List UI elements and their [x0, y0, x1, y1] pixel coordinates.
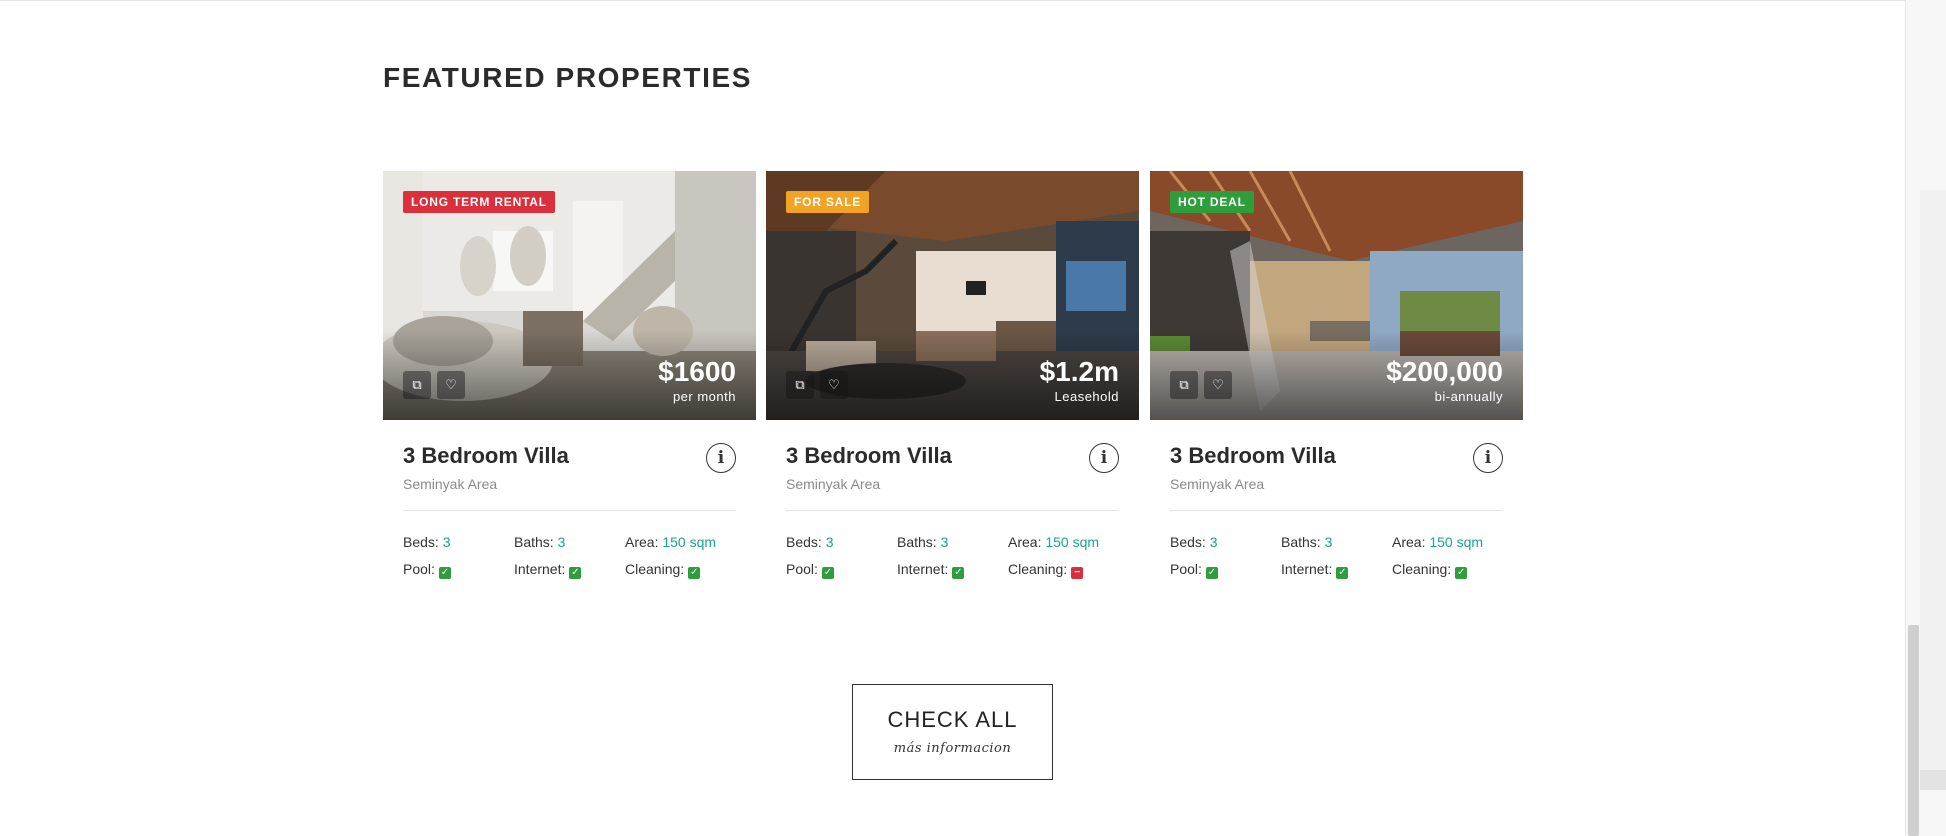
property-title[interactable]: 3 Bedroom Villa [1170, 443, 1336, 469]
price-term: Leasehold [1054, 389, 1119, 404]
check-icon: ✓ [1336, 567, 1349, 579]
spec-label: Cleaning: [1008, 561, 1068, 577]
price-term: bi-annually [1434, 389, 1503, 404]
top-divider [0, 0, 1905, 1]
spec-value: 150 sqm [1045, 534, 1100, 550]
property-card[interactable]: FOR SALE ⧉ ♡ $1.2m Leasehold 3 Bedroom V… [766, 171, 1139, 581]
spec-beds: Beds: 3 [1170, 534, 1218, 550]
spec-label: Beds: [1170, 534, 1206, 550]
spec-label: Internet: [897, 561, 949, 577]
spec-value: 3 [825, 534, 834, 550]
info-icon[interactable]: i [1473, 443, 1503, 473]
check-all-subtitle: más informacion [893, 741, 1012, 756]
heart-icon[interactable]: ♡ [1204, 371, 1232, 399]
spec-pool: Pool: ✓ [786, 561, 834, 579]
price: $1.2m [1039, 356, 1119, 387]
spec-value: 3 [557, 534, 566, 550]
spec-value: 3 [1209, 534, 1218, 550]
heart-icon[interactable]: ♡ [820, 371, 848, 399]
spec-pool: Pool: ✓ [403, 561, 451, 579]
status-badge: LONG TERM RENTAL [403, 191, 555, 213]
section-title: FEATURED PROPERTIES [383, 62, 753, 93]
spec-label: Pool: [403, 561, 435, 577]
price: $200,000 [1386, 356, 1503, 387]
spec-cleaning: Cleaning: ✓ [1392, 561, 1468, 579]
check-icon: ✓ [438, 567, 451, 579]
spec-area: Area: 150 sqm [1008, 534, 1099, 550]
property-image[interactable]: FOR SALE ⧉ ♡ $1.2m Leasehold [766, 171, 1139, 420]
property-image[interactable]: LONG TERM RENTAL ⧉ ♡ $1600 per month [383, 171, 756, 420]
spec-pool: Pool: ✓ [1170, 561, 1218, 579]
spec-value: 150 sqm [662, 534, 717, 550]
property-location: Seminyak Area [1170, 476, 1265, 492]
check-icon: ✓ [1455, 567, 1468, 579]
spec-label: Cleaning: [1392, 561, 1452, 577]
info-icon[interactable]: i [1089, 443, 1119, 473]
check-icon: ✓ [952, 567, 965, 579]
check-all-label: CHECK ALL [887, 707, 1018, 732]
spec-cleaning: Cleaning: − [1008, 561, 1084, 579]
spec-label: Pool: [786, 561, 818, 577]
copy-icon[interactable]: ⧉ [403, 371, 431, 399]
spec-internet: Internet: ✓ [514, 561, 582, 579]
spec-beds: Beds: 3 [786, 534, 834, 550]
property-title[interactable]: 3 Bedroom Villa [403, 443, 569, 469]
property-location: Seminyak Area [403, 476, 498, 492]
spec-baths: Baths: 3 [897, 534, 948, 550]
copy-icon[interactable]: ⧉ [1170, 371, 1198, 399]
spec-label: Baths: [1281, 534, 1321, 550]
check-icon: ✓ [1205, 567, 1218, 579]
property-image[interactable]: HOT DEAL ⧉ ♡ $200,000 bi-annually [1150, 171, 1523, 420]
heart-icon[interactable]: ♡ [437, 371, 465, 399]
price: $1600 [658, 356, 736, 387]
spec-internet: Internet: ✓ [897, 561, 965, 579]
scrollbar-thumb[interactable] [1908, 625, 1919, 836]
spec-label: Area: [1392, 534, 1426, 550]
status-badge: FOR SALE [786, 191, 870, 213]
divider [403, 510, 736, 511]
spec-cleaning: Cleaning: ✓ [625, 561, 701, 579]
spec-label: Area: [625, 534, 659, 550]
spec-area: Area: 150 sqm [1392, 534, 1483, 550]
spec-label: Baths: [514, 534, 554, 550]
price-term: per month [672, 389, 736, 404]
spec-internet: Internet: ✓ [1281, 561, 1349, 579]
property-card[interactable]: HOT DEAL ⧉ ♡ $200,000 bi-annually 3 Bedr… [1150, 171, 1523, 581]
minus-icon: − [1071, 567, 1084, 579]
spec-label: Pool: [1170, 561, 1202, 577]
spec-value: 150 sqm [1429, 534, 1484, 550]
check-icon: ✓ [821, 567, 834, 579]
status-badge: HOT DEAL [1170, 191, 1254, 213]
divider [786, 510, 1119, 511]
spec-label: Cleaning: [625, 561, 685, 577]
spec-baths: Baths: 3 [514, 534, 565, 550]
spec-label: Beds: [786, 534, 822, 550]
property-card[interactable]: LONG TERM RENTAL ⧉ ♡ $1600 per month 3 B… [383, 171, 756, 581]
info-icon[interactable]: i [706, 443, 736, 473]
check-all-button[interactable]: CHECK ALL más informacion [852, 684, 1053, 780]
spec-area: Area: 150 sqm [625, 534, 716, 550]
spec-label: Baths: [897, 534, 937, 550]
spec-label: Internet: [1281, 561, 1333, 577]
spec-value: 3 [442, 534, 451, 550]
property-location: Seminyak Area [786, 476, 881, 492]
spec-beds: Beds: 3 [403, 534, 451, 550]
spec-label: Internet: [514, 561, 566, 577]
property-title[interactable]: 3 Bedroom Villa [786, 443, 952, 469]
side-panel-edge [1920, 190, 1946, 790]
divider [1170, 510, 1503, 511]
spec-value: 3 [940, 534, 949, 550]
copy-icon[interactable]: ⧉ [786, 371, 814, 399]
spec-value: 3 [1324, 534, 1333, 550]
check-icon: ✓ [569, 567, 582, 579]
spec-label: Beds: [403, 534, 439, 550]
check-icon: ✓ [688, 567, 701, 579]
spec-baths: Baths: 3 [1281, 534, 1332, 550]
spec-label: Area: [1008, 534, 1042, 550]
side-panel-tab [1920, 770, 1946, 790]
